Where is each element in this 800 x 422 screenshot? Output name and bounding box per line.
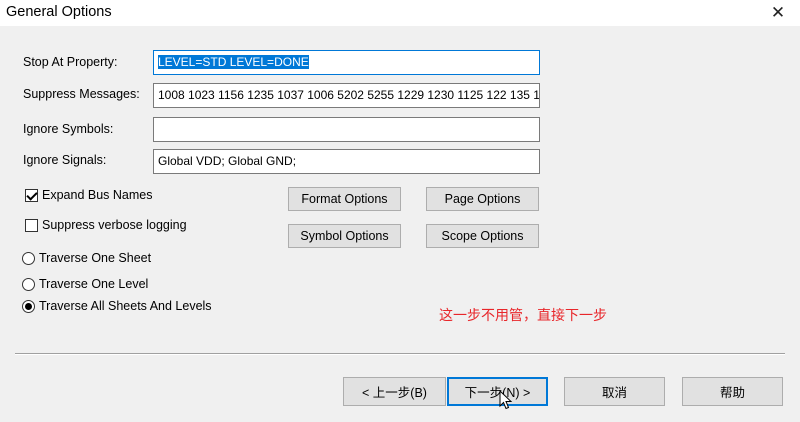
- next-button[interactable]: 下一步(N) >: [447, 377, 548, 406]
- ignore-signals-value: Global VDD; Global GND;: [158, 154, 297, 168]
- stop-at-property-label: Stop At Property:: [23, 55, 118, 69]
- suppress-verbose-logging-checkbox[interactable]: Suppress verbose logging: [25, 218, 187, 232]
- traverse-one-sheet-radio[interactable]: Traverse One Sheet: [22, 251, 151, 265]
- window-title: General Options: [6, 4, 112, 20]
- traverse-one-level-radio[interactable]: Traverse One Level: [22, 277, 148, 291]
- radio-circle-selected: [22, 299, 35, 313]
- suppress-messages-input[interactable]: 1008 1023 1156 1235 1037 1006 5202 5255 …: [153, 83, 540, 108]
- dialog-body: Stop At Property: LEVEL=STD LEVEL=DONE S…: [0, 26, 800, 422]
- back-button[interactable]: < 上一步(B): [343, 377, 446, 406]
- checkbox-box-checked: [25, 188, 38, 202]
- radio-circle: [22, 251, 35, 265]
- close-button[interactable]: ✕: [756, 0, 800, 26]
- checkbox-box: [25, 218, 38, 232]
- mouse-pointer-icon: [499, 390, 513, 410]
- traverse-one-level-label: Traverse One Level: [39, 277, 149, 291]
- ignore-signals-input[interactable]: Global VDD; Global GND;: [153, 149, 540, 174]
- stop-at-property-value: LEVEL=STD LEVEL=DONE: [158, 55, 309, 69]
- stop-at-property-input[interactable]: LEVEL=STD LEVEL=DONE: [153, 50, 540, 75]
- cancel-button[interactable]: 取消: [564, 377, 665, 406]
- traverse-all-sheets-radio[interactable]: Traverse All Sheets And Levels: [22, 299, 212, 313]
- suppress-messages-value: 1008 1023 1156 1235 1037 1006 5202 5255 …: [158, 88, 540, 102]
- radio-circle: [22, 277, 35, 291]
- suppress-messages-label: Suppress Messages:: [23, 87, 140, 101]
- expand-bus-names-label: Expand Bus Names: [42, 188, 153, 202]
- close-icon: ✕: [770, 3, 786, 22]
- ignore-symbols-label: Ignore Symbols:: [23, 122, 114, 136]
- expand-bus-names-checkbox[interactable]: Expand Bus Names: [25, 188, 152, 202]
- ignore-signals-label: Ignore Signals:: [23, 153, 107, 167]
- traverse-all-sheets-label: Traverse All Sheets And Levels: [39, 299, 212, 313]
- help-button[interactable]: 帮助: [682, 377, 783, 406]
- title-bar: General Options ✕: [0, 0, 800, 26]
- suppress-verbose-logging-label: Suppress verbose logging: [42, 218, 187, 232]
- footer-separator: [15, 353, 785, 355]
- page-options-button[interactable]: Page Options: [426, 187, 539, 211]
- ignore-symbols-input[interactable]: [153, 117, 540, 142]
- annotation-note: 这一步不用管，直接下一步: [439, 307, 607, 323]
- scope-options-button[interactable]: Scope Options: [426, 224, 539, 248]
- format-options-button[interactable]: Format Options: [288, 187, 401, 211]
- traverse-one-sheet-label: Traverse One Sheet: [39, 251, 152, 265]
- symbol-options-button[interactable]: Symbol Options: [288, 224, 401, 248]
